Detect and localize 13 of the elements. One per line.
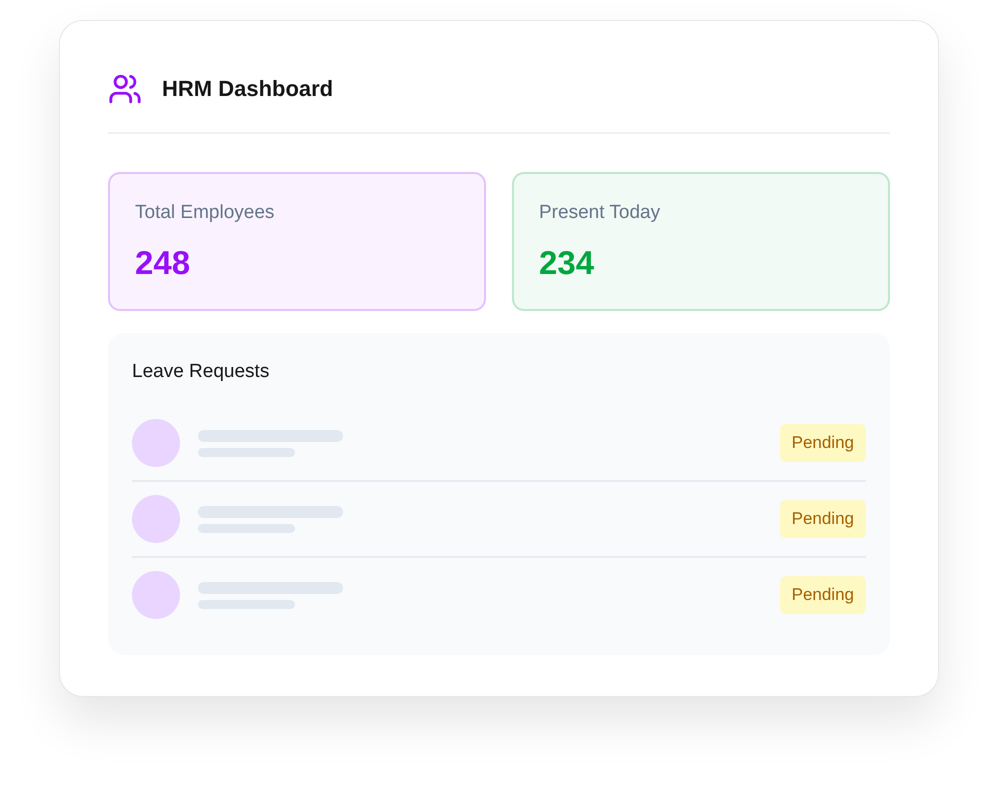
avatar-placeholder-icon [132, 419, 180, 467]
avatar-placeholder-icon [132, 495, 180, 543]
stat-label: Present Today [539, 201, 662, 225]
status-badge: Pending [780, 424, 866, 462]
stat-label: Total Employees [135, 201, 276, 225]
status-badge: Pending [780, 500, 866, 538]
dashboard-title: HRM Dashboard [162, 75, 334, 103]
users-icon [108, 72, 142, 106]
status-badge: Pending [780, 576, 866, 614]
stat-value: 234 [539, 243, 596, 283]
panel-title: Leave Requests [132, 360, 270, 384]
avatar-placeholder-icon [132, 571, 180, 619]
stat-value: 248 [135, 243, 192, 283]
